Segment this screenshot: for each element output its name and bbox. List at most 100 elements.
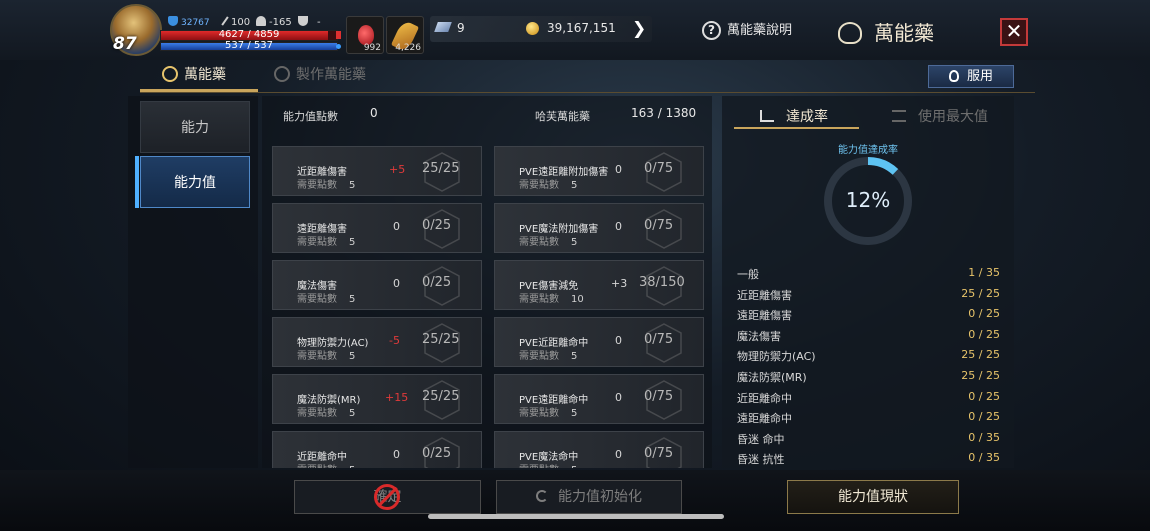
- help-button[interactable]: ? 萬能藥說明: [702, 19, 792, 40]
- reset-stats-button[interactable]: 能力值初始化: [496, 480, 682, 514]
- helmet-icon: [256, 16, 266, 26]
- use-elixir-button[interactable]: 服用: [928, 65, 1014, 88]
- stat-helmet-value: -165: [269, 17, 292, 28]
- stat-card-bonus: 0: [393, 220, 400, 233]
- achievement-stat-value: 0 / 25: [968, 307, 1000, 321]
- achievement-stat-row: 昏迷 抗性 0 / 35: [728, 448, 1008, 468]
- quickslot-feather[interactable]: 4,226: [386, 16, 424, 54]
- hp-text: 4627 / 4859: [218, 29, 280, 40]
- stat-card-bonus: +15: [385, 391, 409, 404]
- stat-card-bonus: 0: [615, 448, 622, 461]
- stats-status-button[interactable]: 能力值現狀: [787, 480, 959, 514]
- stat-card-req-label: 需要點數: [519, 180, 559, 191]
- stat-card-bonus: -5: [389, 334, 400, 347]
- player-level: 87: [113, 34, 137, 54]
- tab-max-usage[interactable]: 使用最大值: [892, 106, 988, 126]
- nav-stats-label: 能力值: [174, 175, 216, 191]
- sword-icon: [221, 16, 229, 26]
- stat-card-req-value: 5: [349, 237, 356, 248]
- tab-achievement-rate[interactable]: 達成率: [760, 106, 828, 126]
- red-potion-icon: [358, 25, 374, 45]
- stat-card-req-value: 5: [349, 408, 356, 419]
- stat-card[interactable]: PVE魔法命中需要點數500/75: [494, 431, 704, 468]
- gem-count: 9: [457, 21, 465, 35]
- tab-craft-elixir[interactable]: 製作萬能藥: [274, 64, 366, 84]
- stat-card-progress: 0/75: [644, 332, 674, 347]
- stat-card-progress: 0/25: [422, 218, 452, 233]
- stat-card[interactable]: 魔法防禦(MR) 需要點數 5 +15 25/25: [272, 374, 482, 424]
- mp-gem-icon: [336, 44, 341, 49]
- achievement-stat-row: 近距離命中 0 / 25: [728, 387, 1008, 407]
- stat-trophy-value: -: [317, 17, 321, 28]
- active-tab-underline: [140, 89, 258, 92]
- stat-card-req-label: 需要點數: [519, 351, 559, 362]
- page-title: 萬能藥: [838, 17, 934, 46]
- stat-card-req-label: 需要點數: [519, 408, 559, 419]
- stat-card-req-label: 需要點數: [297, 408, 337, 419]
- achievement-stat-label: 遠距離命中: [737, 412, 792, 426]
- stat-card[interactable]: 近距離傷害 需要點數 5 +5 25/25: [272, 146, 482, 196]
- bar-chart-icon: [760, 110, 774, 122]
- stat-card-progress: 25/25: [422, 389, 460, 404]
- mp-text: 537 / 537: [225, 40, 273, 51]
- stat-card-progress: 0/75: [644, 446, 674, 461]
- achievement-stat-value: 0 / 25: [968, 389, 1000, 403]
- stat-card-requirement: 需要點數 5: [519, 461, 577, 468]
- stat-card-req-value: 5: [349, 351, 356, 362]
- stat-card[interactable]: PVE遠距離附加傷害 需要點數 5 0 0/75: [494, 146, 704, 196]
- nav-stats[interactable]: 能力值: [140, 156, 250, 208]
- feather-count: 4,226: [395, 43, 421, 53]
- elixir-icon: [162, 66, 178, 82]
- achievement-stat-value: 25 / 25: [961, 286, 1000, 300]
- stat-card-bonus: 0: [615, 391, 622, 404]
- achievement-stat-value: 25 / 25: [961, 369, 1000, 382]
- question-icon: ?: [702, 21, 721, 40]
- stat-card[interactable]: 魔法傷害 需要點數 5 0 0/25: [272, 260, 482, 310]
- achievement-caption: 能力值達成率: [838, 145, 898, 156]
- achievement-stat-label: 近距離傷害: [737, 288, 792, 302]
- achievement-stat-row: 物理防禦力(AC) 25 / 25: [728, 345, 1008, 365]
- stat-card-requirement: 需要點數 5: [297, 404, 355, 419]
- stat-card[interactable]: 遠距離傷害 需要點數 5 0 0/25: [272, 203, 482, 253]
- shield-icon: [168, 16, 178, 26]
- stat-card[interactable]: PVE魔法附加傷害 需要點數 5 0 0/75: [494, 203, 704, 253]
- stat-card-req-value: 5: [571, 351, 578, 362]
- stat-card[interactable]: 物理防禦力(AC) 需要點數 5 -5 25/25: [272, 317, 482, 367]
- use-elixir-label: 服用: [966, 69, 993, 84]
- stats-list-panel[interactable]: 能力值點數 0 哈芙萬能藥 163 / 1380 近距離傷害 需要點數 5 +5 25/…: [262, 96, 712, 468]
- potion-use-icon: [948, 70, 959, 82]
- achievement-stat-row: 近距離傷害 25 / 25: [728, 284, 1008, 304]
- chevron-right-icon[interactable]: ❯: [632, 19, 646, 39]
- stat-card[interactable]: PVE近距離命中 需要點數 5 0 0/75: [494, 317, 704, 367]
- stat-card[interactable]: PVE傷害減免 需要點數 10 +3 38/150: [494, 260, 704, 310]
- achievement-stat-value: 1 / 35: [968, 266, 1000, 279]
- achievement-stat-label: 魔法傷害: [737, 329, 781, 343]
- close-button[interactable]: ✕: [1000, 18, 1028, 46]
- stat-card-req-label: 需要點數: [297, 294, 337, 305]
- stat-card[interactable]: 近距離命中需要點數500/25: [272, 431, 482, 468]
- stat-card-requirement: 需要點數 5: [519, 233, 577, 248]
- quickslot-potion[interactable]: 992: [346, 16, 384, 54]
- stat-card-req-value: 5: [349, 294, 356, 305]
- stat-card[interactable]: PVE遠距離命中 需要點數 5 0 0/75: [494, 374, 704, 424]
- home-indicator[interactable]: [428, 514, 724, 519]
- stat-card-requirement: 需要點數 5: [297, 347, 355, 362]
- achievement-stat-label: 遠距離傷害: [737, 309, 792, 323]
- achievement-stat-row: 昏迷 命中 0 / 35: [728, 428, 1008, 448]
- stat-card-req-label: 需要點數: [519, 465, 559, 468]
- nav-ability[interactable]: 能力: [140, 101, 250, 153]
- achievement-stat-label: 近距離命中: [737, 391, 792, 405]
- achievement-stat-label: 魔法防禦(MR): [737, 371, 807, 384]
- achievement-stat-label: 昏迷 命中: [737, 432, 785, 446]
- right-active-tab-underline: [734, 127, 859, 129]
- tab-elixir[interactable]: 萬能藥: [162, 64, 226, 84]
- stat-card-bonus: 0: [615, 220, 622, 233]
- stat-card-bonus: +5: [389, 163, 406, 176]
- achievement-stat-value: 0 / 25: [968, 410, 1000, 424]
- stats-status-label: 能力值現狀: [838, 489, 908, 505]
- stat-card-requirement: 需要點數 5: [297, 176, 355, 191]
- stat-card-progress: 38/150: [639, 275, 685, 290]
- stat-card-requirement: 需要點數 5: [519, 347, 577, 362]
- tab-craft-elixir-label: 製作萬能藥: [296, 67, 366, 83]
- hp-gem-icon: [336, 31, 341, 39]
